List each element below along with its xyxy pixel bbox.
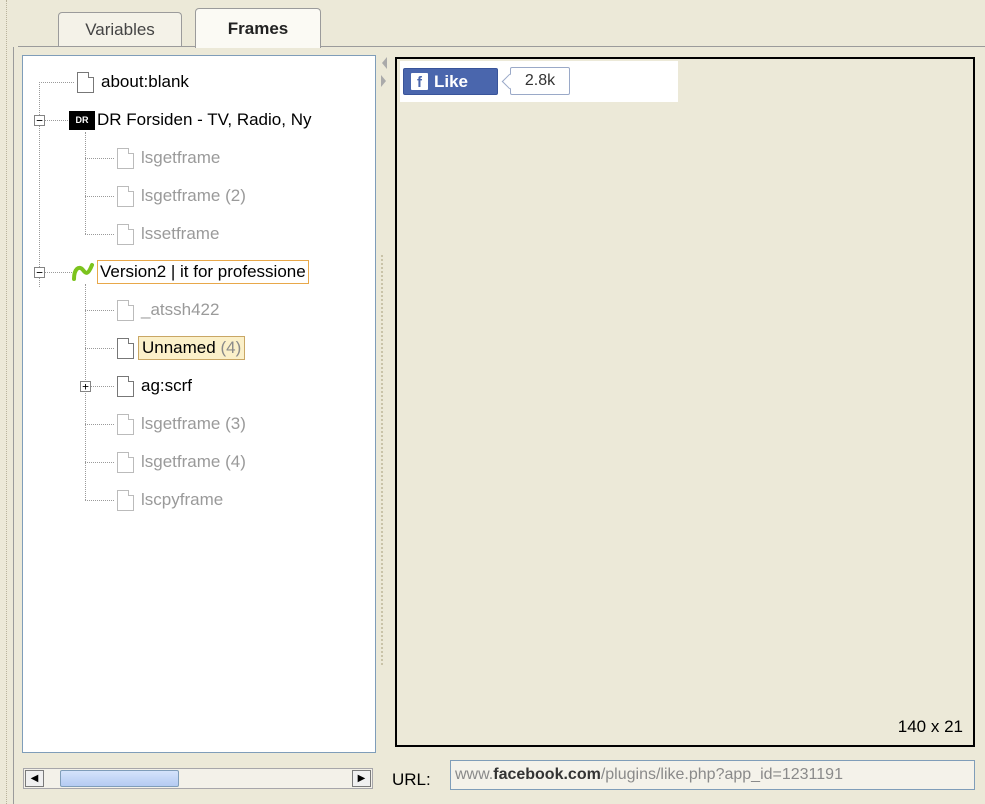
unnamed-label: Unnamed (142, 338, 216, 357)
tab-bar: Variables Frames (18, 0, 985, 48)
tree-line (85, 424, 114, 425)
tree-item-label: lscpyframe (141, 490, 224, 509)
url-label: URL: (392, 770, 431, 789)
panel-splitter[interactable] (376, 55, 392, 790)
tree-line (39, 82, 40, 287)
tree-item-label: lssetframe (141, 224, 220, 243)
url-path: /plugins/like.php?app_id=1231191 (600, 766, 843, 783)
unnamed-count: (4) (220, 338, 242, 357)
page-icon (117, 375, 134, 397)
scroll-left-arrow-icon[interactable]: ◀ (25, 770, 44, 787)
like-count-bubble: 2.8k (510, 67, 570, 95)
tree-item-lsgetframe-2[interactable]: lsgetframe (2) (117, 182, 249, 210)
tab-frames[interactable]: Frames (195, 8, 321, 48)
page-icon (77, 71, 94, 93)
tree-line (85, 132, 86, 234)
tree-item-label: lsgetframe (3) (141, 414, 246, 433)
tree-item-lscpyframe[interactable]: lscpyframe (117, 486, 226, 514)
like-count: 2.8k (524, 72, 556, 89)
url-domain: facebook.com (493, 766, 601, 783)
tree-line (91, 386, 114, 387)
version2-logo-icon (72, 263, 94, 281)
page-icon (117, 147, 134, 169)
tree-line (85, 158, 114, 159)
frame-preview: f Like 2.8k 140 x 21 (395, 57, 975, 747)
tree-line (85, 234, 114, 235)
facebook-like-widget: f Like 2.8k (400, 61, 678, 102)
tree-item-label: Version2 | it for professione (97, 260, 309, 284)
tree-item-label: Unnamed (4) (138, 336, 246, 360)
like-label: Like (434, 71, 469, 91)
page-icon (117, 185, 134, 207)
page-icon (117, 489, 134, 511)
scrollbar-thumb[interactable] (60, 770, 179, 787)
tree-item-dr-forsiden[interactable]: DR DR Forsiden - TV, Radio, Ny (69, 106, 314, 134)
tree-item-atssh422[interactable]: _atssh422 (117, 296, 222, 324)
tab-variables[interactable]: Variables (58, 12, 182, 47)
tree-item-version2[interactable]: Version2 | it for professione (71, 258, 309, 286)
frames-tree[interactable]: − − + about:blank DR DR Forsiden - TV, R… (22, 55, 376, 753)
facebook-like-button[interactable]: f Like (403, 68, 498, 95)
tree-item-lsgetframe-4[interactable]: lsgetframe (4) (117, 448, 249, 476)
tree-item-label: lsgetframe (141, 148, 221, 167)
tree-item-label: _atssh422 (141, 300, 220, 319)
page-icon (117, 223, 134, 245)
scroll-right-arrow-icon[interactable]: ▶ (352, 770, 371, 787)
page-icon (117, 451, 134, 473)
tree-item-lsgetframe[interactable]: lsgetframe (117, 144, 223, 172)
left-dotted-edge (6, 0, 7, 804)
tree-item-label: about:blank (101, 72, 189, 91)
tree-item-lsgetframe-3[interactable]: lsgetframe (3) (117, 410, 249, 438)
tree-item-label: lsgetframe (4) (141, 452, 246, 471)
tree-line (39, 82, 74, 83)
tree-item-label: DR Forsiden - TV, Radio, Ny (97, 110, 312, 129)
tree-item-lssetframe[interactable]: lssetframe (117, 220, 222, 248)
tree-horizontal-scrollbar[interactable]: ◀ ▶ (23, 768, 373, 789)
expand-toggle[interactable]: + (80, 381, 91, 392)
tree-line (85, 462, 114, 463)
collapse-arrows-icon[interactable] (379, 55, 389, 95)
facebook-icon: f (411, 73, 428, 91)
tree-line (45, 272, 74, 273)
tab-underline (18, 46, 985, 47)
collapse-toggle[interactable]: − (34, 267, 45, 278)
url-field[interactable]: www.facebook.com/plugins/like.php?app_id… (450, 760, 975, 790)
tree-item-about-blank[interactable]: about:blank (77, 68, 192, 96)
splitter-grip (381, 255, 383, 665)
tree-item-unnamed-selected[interactable]: Unnamed (4) (117, 334, 246, 362)
tree-line (85, 310, 114, 311)
tree-item-label: lsgetframe (2) (141, 186, 246, 205)
dr-logo-icon: DR (69, 110, 95, 130)
url-prefix: www. (455, 766, 494, 783)
page-icon (117, 299, 134, 321)
page-icon (117, 413, 134, 435)
tree-item-ag-scrf[interactable]: ag:scrf (117, 372, 195, 400)
tree-line (85, 196, 114, 197)
collapse-toggle[interactable]: − (34, 115, 45, 126)
tree-line (85, 348, 114, 349)
tree-item-label: ag:scrf (141, 376, 193, 395)
tree-line (85, 500, 114, 501)
page-icon (117, 337, 134, 359)
frame-dimensions: 140 x 21 (897, 717, 963, 736)
